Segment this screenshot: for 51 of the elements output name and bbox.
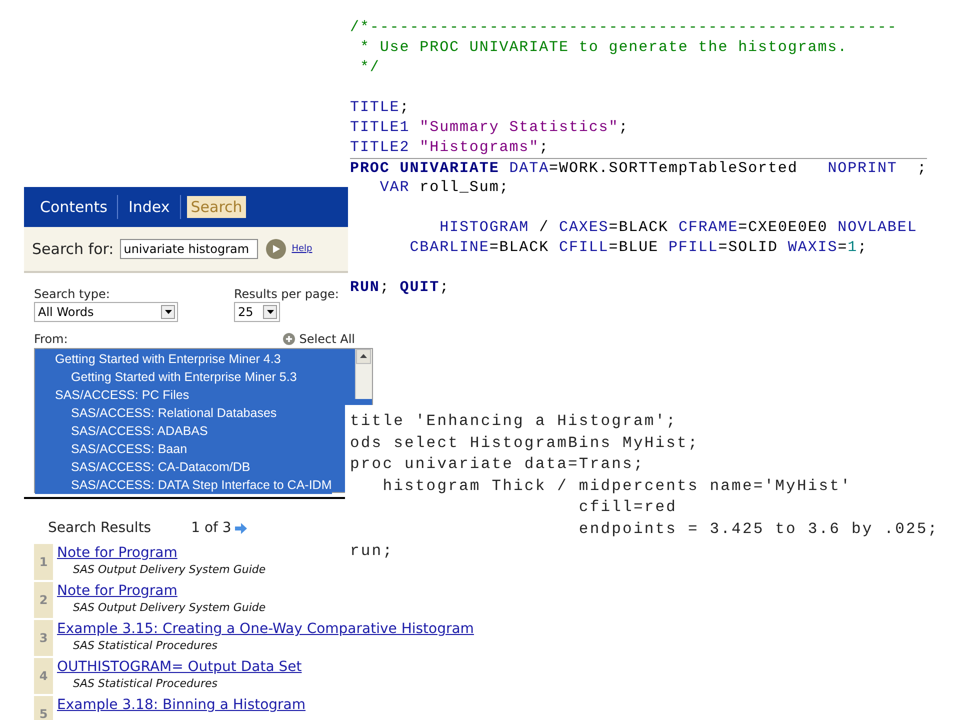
results-per-page-label: Results per page: (234, 287, 339, 301)
code-line: cfill=red (578, 497, 678, 518)
scrollbar[interactable] (355, 349, 372, 399)
result-number: 2 (34, 582, 53, 618)
code-line: proc univariate data=Trans; (350, 454, 644, 476)
code-line: TITLE1 "Summary Statistics"; (350, 118, 630, 138)
from-label: From: (34, 332, 68, 346)
code-line: run; (350, 540, 394, 562)
tab[interactable]: Contents (36, 196, 112, 218)
results-per-page-dropdown[interactable]: 25 (234, 302, 280, 322)
code-line: PROC UNIVARIATE DATA=WORK.SORTTempTableSorted NOPRINT ; (350, 158, 928, 178)
result-number: 4 (34, 658, 53, 694)
search-type-label: Search type: (34, 287, 111, 301)
play-icon (270, 244, 281, 254)
result-source: SAS Output Delivery System Guide (72, 601, 266, 614)
code-line: histogram Thick / midpercents name='MyHist' (382, 476, 852, 497)
code-line: ods select HistogramBins MyHist; (350, 432, 699, 454)
result-source: SAS Statistical Procedures (72, 677, 219, 690)
result-link[interactable]: Example 3.18: Binning a Histogram (57, 696, 306, 715)
code-line: * Use PROC UNIVARIATE to generate the histograms. (358, 38, 849, 58)
code-line: endpoints = 3.425 to 3.6 by .025; (578, 518, 939, 540)
result-number: 3 (34, 620, 53, 656)
code-line: /*----------------------------------------------------- (350, 18, 898, 38)
select-all-button[interactable]: Select All (283, 332, 355, 346)
search-field[interactable]: univariate histogram (120, 239, 258, 259)
result-link[interactable]: OUTHISTOGRAM= Output Data Set (57, 658, 302, 677)
result-source: SAS Output Delivery System Guide (72, 563, 266, 576)
result-number: 1 (34, 544, 53, 580)
page-count: 1 of 3 (191, 520, 232, 536)
result-link[interactable]: Note for Program (57, 544, 266, 563)
result-link[interactable]: Example 3.15: Creating a One-Way Comparative Histogram (57, 620, 474, 639)
code-line: title 'Enhancing a Histogram'; (350, 411, 678, 432)
result-number: 5 (34, 696, 53, 720)
code-line: HISTOGRAM / CAXES=BLACK CFRAME=CXE0E0E0 NOVLABEL (438, 218, 918, 238)
search-label: Search for: (32, 240, 114, 258)
code-line: VAR roll_Sum; (378, 178, 510, 198)
code-line: TITLE2 "Histograms"; (350, 138, 550, 158)
help-link[interactable]: Help (292, 244, 312, 254)
code-line: CBARLINE=BLACK CFILL=BLUE PFILL=SOLID WAXIS=1; (408, 238, 869, 258)
arrow-right-icon[interactable] (235, 522, 248, 534)
search-type-dropdown[interactable]: All Words (34, 302, 178, 322)
result-link[interactable]: Note for Program (57, 582, 266, 601)
go-button[interactable] (266, 239, 286, 259)
results-title: Search Results (48, 520, 152, 536)
tab[interactable]: Index (124, 196, 174, 218)
code-line: RUN; QUIT; (350, 278, 451, 298)
code-line: TITLE; (350, 98, 411, 118)
plus-icon (283, 333, 296, 345)
arrow-up-icon[interactable] (356, 349, 371, 364)
code-line: */ (358, 58, 381, 78)
result-source: SAS Statistical Procedures (72, 639, 219, 652)
